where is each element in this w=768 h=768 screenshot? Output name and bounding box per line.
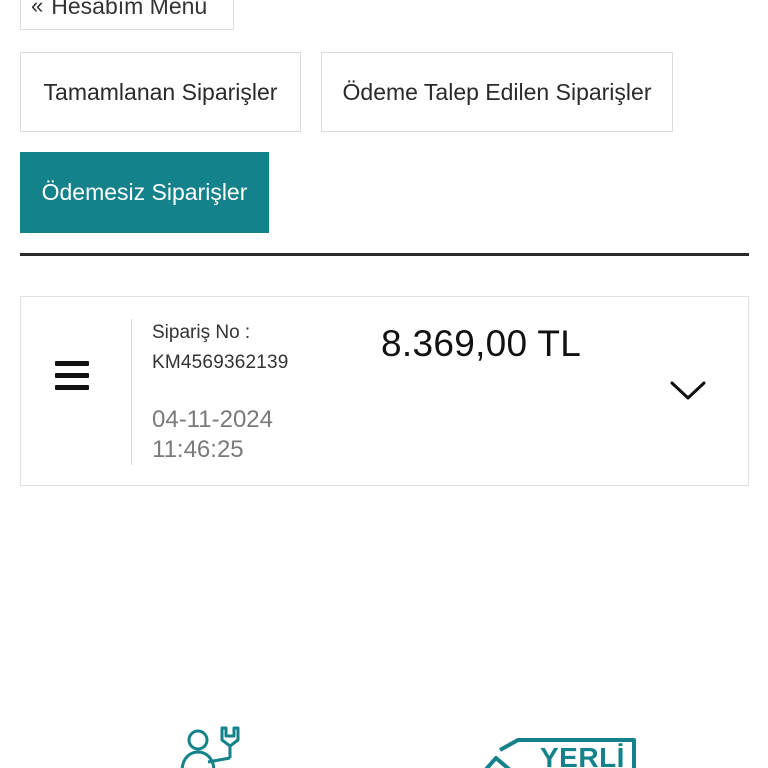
- order-number: KM4569362139: [152, 352, 289, 373]
- chevron-down-icon[interactable]: [669, 379, 707, 403]
- orders-page: « Hesabım Menü Tamamlanan Siparişler Öde…: [0, 0, 768, 768]
- support-service-icon: [180, 726, 240, 768]
- tab-unpaid-orders[interactable]: Ödemesiz Siparişler: [20, 152, 269, 233]
- order-time: 11:46:25: [152, 436, 244, 463]
- hamburger-menu-icon[interactable]: [55, 361, 89, 391]
- tab-completed-orders-label: Tamamlanan Siparişler: [43, 78, 278, 105]
- order-amount: 8.369,00 TL: [381, 323, 582, 364]
- double-chevron-left-icon: «: [31, 0, 44, 18]
- order-card: Sipariş No : KM4569362139 04-11-2024 11:…: [20, 296, 749, 486]
- back-to-account-menu-button[interactable]: « Hesabım Menü: [20, 0, 234, 30]
- tab-payment-requested-orders[interactable]: Ödeme Talep Edilen Siparişler: [321, 52, 673, 132]
- tab-completed-orders[interactable]: Tamamlanan Siparişler: [20, 52, 301, 132]
- back-button-label: Hesabım Menü: [51, 0, 208, 19]
- order-date: 04-11-2024: [152, 406, 273, 433]
- section-divider: [20, 253, 749, 256]
- order-number-label: Sipariş No :: [152, 322, 251, 343]
- card-separator: [131, 319, 132, 465]
- tab-unpaid-orders-label: Ödemesiz Siparişler: [41, 179, 248, 205]
- tab-payment-requested-orders-label: Ödeme Talep Edilen Siparişler: [342, 78, 652, 105]
- yerli-badge-text: YERLİ: [540, 742, 625, 768]
